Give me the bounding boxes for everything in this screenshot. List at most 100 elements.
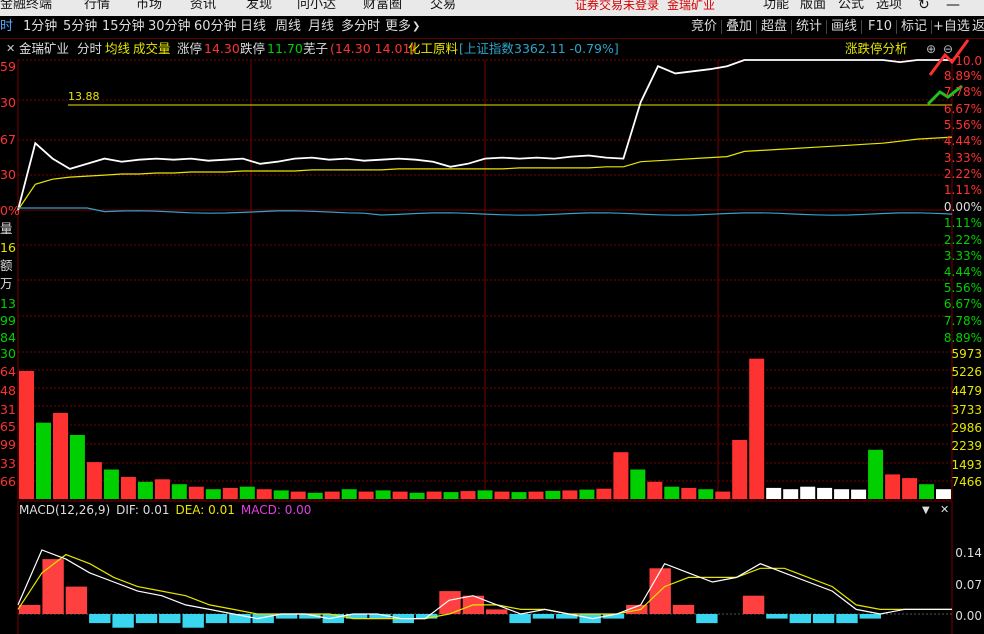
volume-bar xyxy=(919,484,934,499)
macd-bar xyxy=(859,614,881,619)
volume-bar xyxy=(528,491,544,499)
right-volume-label: 4479 xyxy=(951,384,982,398)
macd-bar xyxy=(205,614,228,624)
macd-bar xyxy=(135,614,158,624)
right-volume-label: 1493 xyxy=(951,458,982,472)
macd-dif: DIF: 0.01 xyxy=(116,503,170,517)
volume-bar xyxy=(664,486,680,499)
volume-bar xyxy=(681,487,697,499)
right-pct-label: 7.78% xyxy=(943,314,982,328)
left-unit-label: 16 xyxy=(0,240,16,255)
volume-bar xyxy=(817,487,833,499)
volume-bar xyxy=(851,489,867,499)
macd-close-icon[interactable]: ✕ xyxy=(940,503,949,517)
volume-bar xyxy=(579,489,595,499)
macd-bar xyxy=(42,559,64,614)
macd-dif-line xyxy=(17,549,952,620)
volume-bar xyxy=(324,491,340,499)
macd-bar xyxy=(696,614,718,624)
volume-bar xyxy=(715,491,731,499)
volume-bar xyxy=(290,491,306,499)
volume-bar xyxy=(239,486,255,499)
volume-bar xyxy=(205,489,221,499)
right-volume-label: 3733 xyxy=(951,403,982,417)
left-volume-label: 66 xyxy=(0,474,16,489)
volume-bar xyxy=(188,486,204,499)
left-unit-label: 额 xyxy=(0,258,13,273)
macd-value: MACD: 0.00 xyxy=(240,503,312,517)
right-volume-label: 5226 xyxy=(951,365,982,379)
macd-bar xyxy=(112,614,134,628)
macd-bar xyxy=(812,614,835,624)
volume-bar xyxy=(647,481,663,499)
right-volume-label: 2239 xyxy=(951,439,982,453)
ref-line-label: 13.88 xyxy=(68,90,100,103)
right-macd-label: 0.00 xyxy=(955,609,982,623)
macd-bar xyxy=(182,614,204,628)
left-volume-label: 31 xyxy=(0,402,16,417)
volume-bar xyxy=(307,492,323,499)
right-pct-label: 5.56% xyxy=(943,118,982,132)
volume-bar xyxy=(562,490,578,499)
macd-bar xyxy=(836,614,858,624)
volume-bar xyxy=(137,481,153,499)
volume-bar xyxy=(341,489,357,499)
macd-bar xyxy=(672,604,695,614)
macd-bar xyxy=(766,614,788,619)
macd-bar xyxy=(742,595,765,614)
volume-bar xyxy=(36,422,51,499)
volume-bar xyxy=(868,449,884,499)
right-volume-label: 2986 xyxy=(951,421,982,435)
volume-bar xyxy=(256,489,272,499)
macd-dea-line xyxy=(17,553,952,620)
left-volume-label: 64 xyxy=(0,364,16,379)
macd-menu-icon[interactable]: ▼ xyxy=(922,504,930,518)
left-price-label: 30 xyxy=(0,95,16,110)
right-pct-label: 6.67% xyxy=(943,102,982,116)
right-macd-label: 0.07 xyxy=(955,578,982,592)
macd-bar xyxy=(509,614,531,624)
volume-bar xyxy=(494,491,510,499)
right-pct-label: 4.44% xyxy=(943,265,982,279)
macd-bar xyxy=(486,609,508,614)
right-zero-label: 0.00% xyxy=(943,200,982,214)
right-pct-label: 1.11% xyxy=(943,183,982,197)
macd-bar xyxy=(532,614,555,619)
left-volume-label: 48 xyxy=(0,383,16,398)
volume-bar xyxy=(222,487,238,499)
volume-bar xyxy=(477,490,493,499)
volume-bar xyxy=(834,489,850,499)
volume-bar xyxy=(596,488,612,499)
volume-bar xyxy=(392,491,408,499)
macd-bar xyxy=(65,586,88,614)
volume-bar xyxy=(630,469,646,499)
volume-bar xyxy=(936,489,951,499)
macd-bar xyxy=(89,614,111,624)
left-unit-label: 万 xyxy=(0,276,13,291)
right-pct-label: 7.78% xyxy=(943,85,982,99)
right-pct-label: 8.89% xyxy=(943,331,982,345)
right-pct-label: 6.67% xyxy=(943,297,982,311)
volume-bar xyxy=(171,484,187,499)
right-volume-label: 5973 xyxy=(951,347,982,361)
volume-bar xyxy=(766,487,782,499)
left-unit-label: 量 xyxy=(0,221,13,236)
volume-bar xyxy=(800,486,816,499)
volume-bar xyxy=(103,469,119,499)
macd-title[interactable]: MACD(12,26,9) xyxy=(19,503,110,517)
macd-bar xyxy=(19,604,41,614)
right-pct-label: 1.11% xyxy=(943,216,982,230)
volume-bar xyxy=(749,358,765,499)
intraday-chart[interactable] xyxy=(0,0,984,634)
volume-bar xyxy=(426,491,442,499)
right-pct-label: 3.33% xyxy=(943,249,982,263)
volume-bar xyxy=(86,462,102,499)
right-pct-label: 3.33% xyxy=(943,151,982,165)
volume-bar xyxy=(273,490,289,499)
volume-bar xyxy=(443,492,459,499)
volume-bar xyxy=(511,492,527,499)
left-volume-label: 99 xyxy=(0,313,16,328)
right-pct-label: 5.56% xyxy=(943,281,982,295)
volume-bar xyxy=(19,371,34,499)
left-price-label: 30 xyxy=(0,167,16,182)
